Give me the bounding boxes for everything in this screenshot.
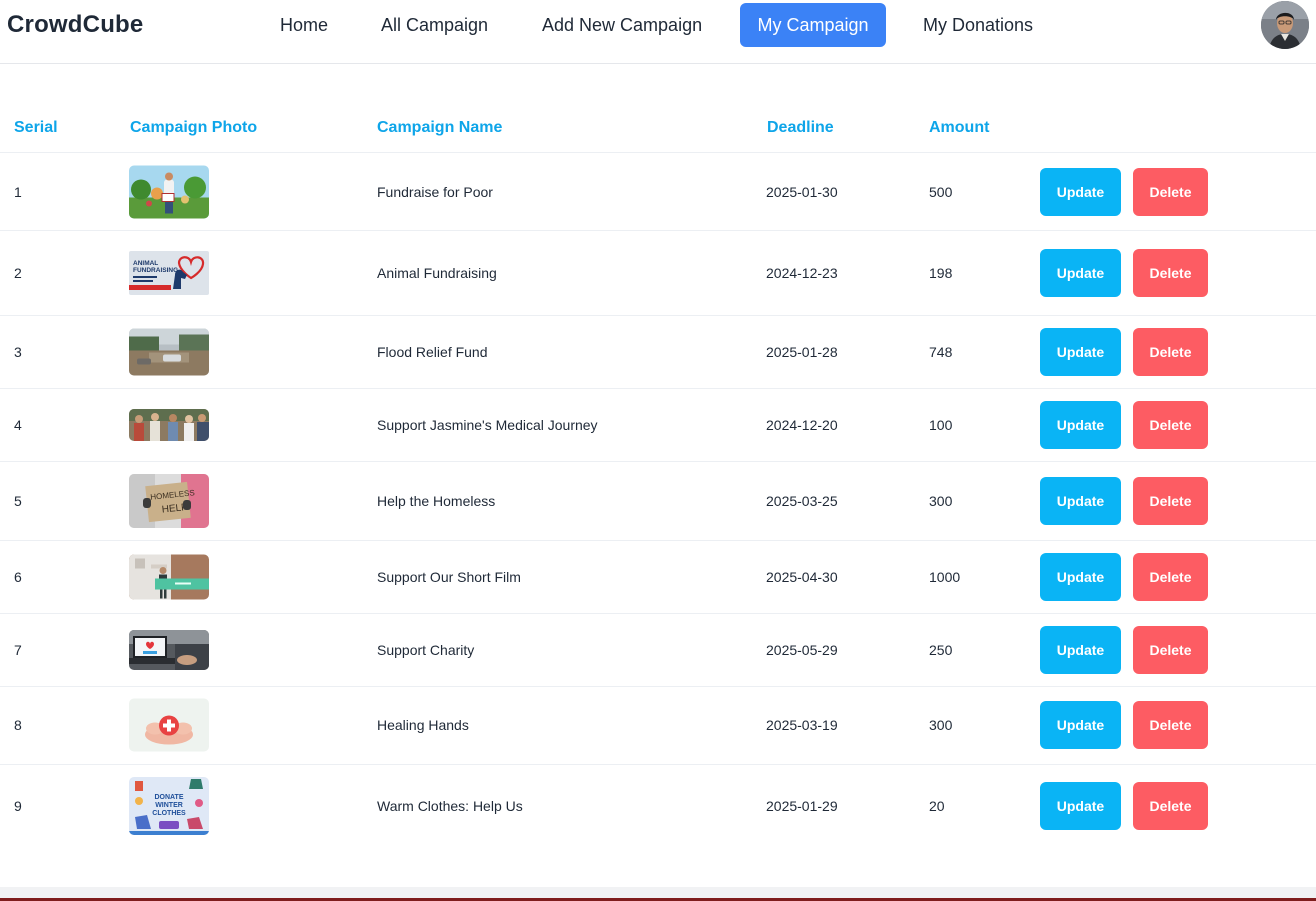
update-button[interactable]: Update (1040, 701, 1121, 749)
table-row: 1 Fundraise for Poor 2025-01-30 500 Upda… (0, 153, 1316, 231)
thumb-text: DONATE (154, 794, 183, 801)
delete-button[interactable]: Delete (1133, 328, 1208, 376)
delete-button[interactable]: Delete (1133, 701, 1208, 749)
cell-deadline: 2025-03-25 (766, 493, 838, 509)
thumb-text: ANIMAL (133, 260, 158, 267)
cell-deadline: 2025-01-30 (766, 184, 838, 200)
cell-campaign-name: Support Jasmine's Medical Journey (377, 417, 598, 433)
cell-campaign-name: Warm Clothes: Help Us (377, 798, 523, 814)
cell-campaign-name: Support Our Short Film (377, 569, 521, 585)
cell-serial: 3 (14, 344, 22, 360)
nav-add-new-campaign[interactable]: Add New Campaign (526, 3, 718, 47)
cell-serial: 2 (14, 265, 22, 281)
delete-button[interactable]: Delete (1133, 401, 1208, 449)
cell-deadline: 2025-05-29 (766, 642, 838, 658)
cell-campaign-name: Animal Fundraising (377, 265, 497, 281)
header-serial: Serial (14, 119, 58, 136)
campaign-photo (129, 328, 209, 376)
cell-campaign-name: Flood Relief Fund (377, 344, 488, 360)
thumb-text: WINTER (155, 802, 183, 809)
table-row: 9 DONATE WINTER CLOTHES Warm Clothes: He… (0, 765, 1316, 849)
delete-button[interactable]: Delete (1133, 477, 1208, 525)
cell-amount: 300 (929, 717, 953, 733)
table-row: 5 HOMELESS HELP Help the Homeless 2025-0… (0, 462, 1316, 541)
campaign-photo: ANIMAL FUNDRAISING (129, 251, 209, 295)
delete-button[interactable]: Delete (1133, 553, 1208, 601)
campaign-photo (129, 409, 209, 441)
user-avatar[interactable] (1261, 1, 1309, 49)
top-navbar: CrowdCube Home All Campaign Add New Camp… (0, 0, 1316, 64)
table-row: 3 Flood Relief Fund 2025-01-28 748 Updat… (0, 316, 1316, 389)
cell-serial: 5 (14, 493, 22, 509)
update-button[interactable]: Update (1040, 249, 1121, 297)
thumb-text: CLOTHES (152, 810, 186, 817)
brand-logo[interactable]: CrowdCube (7, 11, 143, 39)
update-button[interactable]: Update (1040, 401, 1121, 449)
thumb-text: FUNDRAISING (133, 267, 178, 274)
cell-deadline: 2025-04-30 (766, 569, 838, 585)
delete-button[interactable]: Delete (1133, 626, 1208, 674)
nav-all-campaign[interactable]: All Campaign (365, 3, 504, 47)
update-button[interactable]: Update (1040, 477, 1121, 525)
table-row: 2 ANIMAL FUNDRAISING Animal Fundraising … (0, 231, 1316, 316)
update-button[interactable]: Update (1040, 168, 1121, 216)
campaign-photo (129, 165, 209, 219)
cell-serial: 4 (14, 417, 22, 433)
campaign-photo: DONATE WINTER CLOTHES (129, 777, 209, 835)
delete-button[interactable]: Delete (1133, 782, 1208, 830)
cell-serial: 1 (14, 184, 22, 200)
cell-amount: 20 (929, 798, 945, 814)
cell-campaign-name: Fundraise for Poor (377, 184, 493, 200)
cell-campaign-name: Support Charity (377, 642, 475, 658)
cell-serial: 6 (14, 569, 22, 585)
cell-campaign-name: Help the Homeless (377, 493, 496, 509)
cell-amount: 300 (929, 493, 953, 509)
header-amount: Amount (929, 119, 990, 136)
header-campaign-name: Campaign Name (377, 119, 503, 136)
campaign-photo (129, 698, 209, 752)
cell-amount: 198 (929, 265, 953, 281)
table-row: 7 Support Charity 2025-05-29 250 Update … (0, 614, 1316, 687)
table-row: 8 Healing Hands 2025-03-19 300 Update De… (0, 687, 1316, 765)
cell-deadline: 2025-01-29 (766, 798, 838, 814)
user-avatar-image (1261, 1, 1309, 49)
delete-button[interactable]: Delete (1133, 168, 1208, 216)
update-button[interactable]: Update (1040, 553, 1121, 601)
table-header-row: Serial Campaign Photo Campaign Name Dead… (0, 105, 1316, 153)
cell-amount: 748 (929, 344, 953, 360)
my-campaigns-table: Serial Campaign Photo Campaign Name Dead… (0, 105, 1316, 849)
cell-amount: 1000 (929, 569, 961, 585)
update-button[interactable]: Update (1040, 782, 1121, 830)
campaign-photo: HOMELESS HELP (129, 474, 209, 528)
cell-amount: 500 (929, 184, 953, 200)
cell-deadline: 2025-01-28 (766, 344, 838, 360)
cell-campaign-name: Healing Hands (377, 717, 469, 733)
header-deadline: Deadline (767, 119, 834, 136)
cell-serial: 7 (14, 642, 22, 658)
cell-amount: 250 (929, 642, 953, 658)
cell-deadline: 2024-12-23 (766, 265, 838, 281)
update-button[interactable]: Update (1040, 626, 1121, 674)
delete-button[interactable]: Delete (1133, 249, 1208, 297)
cell-serial: 9 (14, 798, 22, 814)
cell-serial: 8 (14, 717, 22, 733)
nav-my-campaign[interactable]: My Campaign (740, 3, 886, 47)
cell-deadline: 2025-03-19 (766, 717, 838, 733)
cell-deadline: 2024-12-20 (766, 417, 838, 433)
update-button[interactable]: Update (1040, 328, 1121, 376)
header-campaign-photo: Campaign Photo (130, 119, 258, 136)
table-row: 4 Support Jasmine's Medical Journey 2024… (0, 389, 1316, 462)
campaign-photo (129, 630, 209, 670)
table-row: 6 Support Our Short Film 2025-04-30 1000… (0, 541, 1316, 614)
nav-home[interactable]: Home (264, 3, 344, 47)
campaign-photo (129, 554, 209, 600)
cell-amount: 100 (929, 417, 953, 433)
nav-my-donations[interactable]: My Donations (907, 3, 1049, 47)
